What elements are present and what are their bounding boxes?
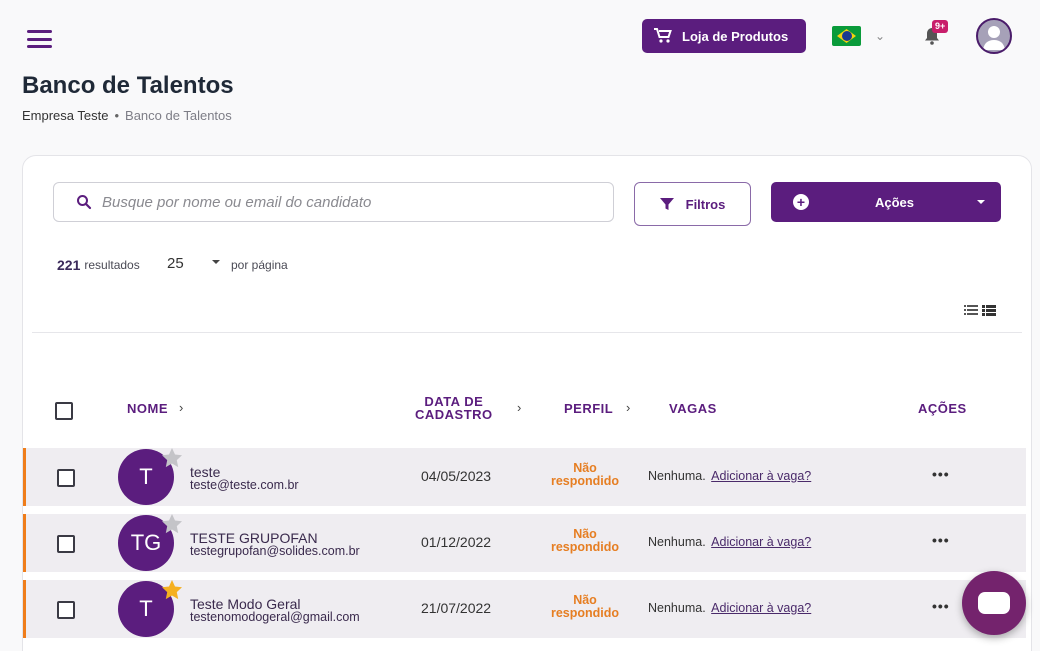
profile-status: Não respondido <box>546 462 624 488</box>
column-header-actions: AÇÕES <box>918 401 967 416</box>
menu-icon[interactable] <box>27 30 52 48</box>
candidate-email: testegrupofan@solides.com.br <box>190 544 360 558</box>
brazil-flag-icon <box>832 26 861 46</box>
caret-down-icon[interactable] <box>212 260 220 264</box>
column-header-name[interactable]: NOME <box>127 401 168 416</box>
results-number: 221 <box>57 257 81 273</box>
list-view-icon[interactable] <box>964 305 978 315</box>
add-to-job-link[interactable]: Adicionar à vaga? <box>711 535 811 549</box>
search-input[interactable] <box>102 193 582 211</box>
language-selector[interactable]: ⌄ <box>832 26 885 46</box>
breadcrumb-item-current: Banco de Talentos <box>125 108 232 123</box>
divider <box>32 332 1022 333</box>
breadcrumb-separator: • <box>114 108 120 123</box>
search-icon <box>77 195 92 210</box>
search-box[interactable] <box>53 182 614 222</box>
table-row[interactable]: TG TESTE GRUPOFAN testegrupofan@solides.… <box>23 514 1026 572</box>
star-icon[interactable] <box>160 578 184 602</box>
breadcrumb: Empresa Teste • Banco de Talentos <box>22 108 232 123</box>
page-title: Banco de Talentos <box>22 72 234 99</box>
column-header-date-line2: CADASTRO <box>415 407 493 422</box>
row-checkbox[interactable] <box>57 601 75 619</box>
shop-label: Loja de Produtos <box>682 28 789 44</box>
profile-status: Não respondido <box>546 594 624 620</box>
chevron-right-icon[interactable]: › <box>517 400 521 415</box>
chat-button[interactable] <box>962 571 1026 635</box>
talent-bank-card <box>22 155 1032 651</box>
table-row[interactable]: T Teste Modo Geral testenomodogeral@gmai… <box>23 580 1026 638</box>
status-line2: respondido <box>550 474 620 488</box>
table-row[interactable]: T teste teste@teste.com.br 04/05/2023 Nã… <box>23 448 1026 506</box>
actions-label: Ações <box>875 195 915 210</box>
column-header-profile[interactable]: PERFIL <box>564 401 613 416</box>
jobs-cell: Nenhuma. Adicionar à vaga? <box>648 469 811 483</box>
star-icon[interactable] <box>160 446 184 470</box>
more-icon[interactable]: ••• <box>932 532 950 548</box>
profile-status: Não respondido <box>546 528 624 554</box>
chevron-right-icon[interactable]: › <box>626 400 630 415</box>
view-toggle <box>964 305 996 316</box>
row-checkbox[interactable] <box>57 535 75 553</box>
registration-date: 21/07/2022 <box>421 600 492 616</box>
filter-icon <box>659 198 674 210</box>
jobs-cell: Nenhuma. Adicionar à vaga? <box>648 535 811 549</box>
results-count: 221 resultados <box>57 257 140 273</box>
detail-view-icon[interactable] <box>982 305 996 316</box>
more-icon[interactable]: ••• <box>932 598 950 614</box>
filters-button[interactable]: Filtros <box>634 182 751 226</box>
per-page-select[interactable]: 25 <box>167 255 184 272</box>
column-header-jobs: VAGAS <box>669 401 717 416</box>
shop-button[interactable]: Loja de Produtos <box>642 19 806 53</box>
more-icon[interactable]: ••• <box>932 466 950 482</box>
chat-icon <box>978 592 1010 614</box>
status-line2: respondido <box>550 606 620 620</box>
status-line2: respondido <box>550 540 620 554</box>
star-icon[interactable] <box>160 512 184 536</box>
add-to-job-link[interactable]: Adicionar à vaga? <box>711 601 811 615</box>
jobs-cell: Nenhuma. Adicionar à vaga? <box>648 601 811 615</box>
chevron-down-icon: ⌄ <box>875 29 886 43</box>
registration-date: 04/05/2023 <box>421 468 492 484</box>
registration-date: 01/12/2022 <box>421 534 492 550</box>
results-label: resultados <box>84 258 140 272</box>
filters-label: Filtros <box>685 196 726 212</box>
caret-down-icon <box>977 200 985 204</box>
column-header-date[interactable]: DATA DE CADASTRO <box>415 395 493 421</box>
jobs-text: Nenhuma. <box>648 601 706 615</box>
jobs-text: Nenhuma. <box>648 469 706 483</box>
candidate-email: teste@teste.com.br <box>190 478 299 492</box>
select-all-checkbox[interactable] <box>55 402 73 420</box>
notification-badge: 9+ <box>932 20 949 33</box>
user-avatar-icon[interactable] <box>976 18 1012 54</box>
row-checkbox[interactable] <box>57 469 75 487</box>
cart-icon <box>654 28 672 43</box>
add-to-job-link[interactable]: Adicionar à vaga? <box>711 469 811 483</box>
per-page-label: por página <box>231 258 288 272</box>
chevron-right-icon[interactable]: › <box>179 400 183 415</box>
breadcrumb-item-company[interactable]: Empresa Teste <box>22 108 108 123</box>
actions-button[interactable]: + Ações <box>771 182 1001 222</box>
jobs-text: Nenhuma. <box>648 535 706 549</box>
candidate-email: testenomodogeral@gmail.com <box>190 610 360 624</box>
plus-circle-icon: + <box>793 194 809 210</box>
